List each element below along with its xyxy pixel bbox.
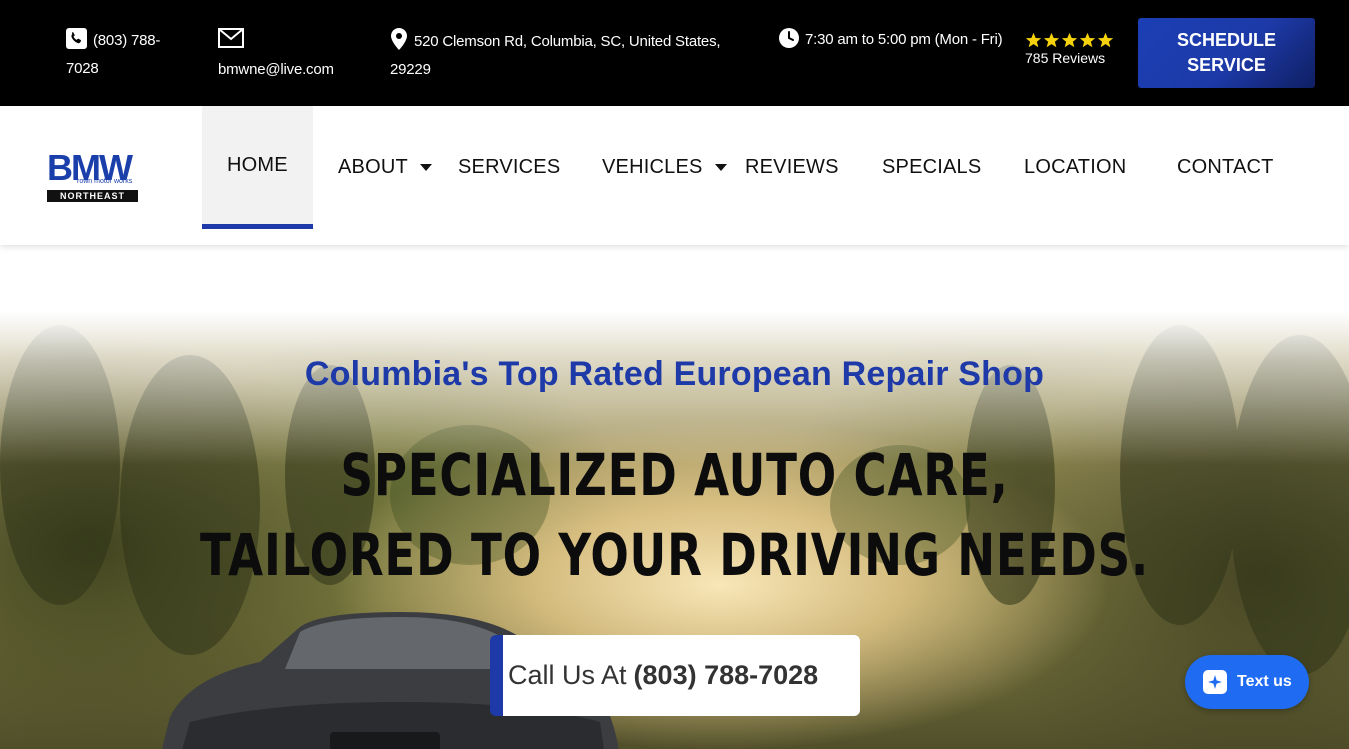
schedule-service-button[interactable]: SCHEDULE SERVICE — [1138, 18, 1315, 88]
mail-icon — [218, 28, 368, 56]
nav-item-services[interactable]: SERVICES — [458, 106, 560, 229]
nav-item-contact[interactable]: CONTACT — [1177, 106, 1274, 229]
topbar-phone[interactable]: (803) 788-7028 — [66, 28, 186, 81]
review-rating[interactable]: 785 Reviews — [1025, 32, 1135, 67]
call-us-number: (803) 788-7028 — [633, 660, 819, 690]
nav-item-specials[interactable]: SPECIALS — [882, 106, 981, 229]
nav-item-location[interactable]: LOCATION — [1024, 106, 1126, 229]
reviews-count: 785 Reviews — [1025, 50, 1106, 66]
nav-item-vehicles[interactable]: VEHICLES — [602, 106, 727, 229]
call-us-prefix: Call Us At — [508, 660, 627, 690]
nav-item-label: CONTACT — [1177, 156, 1274, 178]
topbar-email[interactable]: bmwne@live.com — [218, 28, 368, 82]
text-us-widget[interactable]: Text us — [1185, 655, 1309, 709]
star-icon — [1043, 32, 1060, 48]
hero-section: Columbia's Top Rated European Repair Sho… — [0, 245, 1349, 749]
phone-icon — [66, 28, 87, 57]
email-text: bmwne@live.com — [218, 61, 334, 78]
topbar-address[interactable]: 520 Clemson Rd, Columbia, SC, United Sta… — [390, 28, 760, 82]
chevron-down-icon — [714, 164, 727, 171]
logo-northeast-bar: NORTHEAST — [47, 190, 138, 202]
chat-sparkle-icon — [1203, 670, 1227, 694]
nav-item-label: SERVICES — [458, 156, 561, 178]
chevron-down-icon — [419, 164, 432, 171]
hero-title-line-1: Specialized Auto Care, — [340, 441, 1009, 509]
clock-icon — [779, 28, 799, 56]
nav-item-reviews[interactable]: REVIEWS — [745, 106, 839, 229]
top-contact-bar: (803) 788-7028 bmwne@live.com 520 Clemso… — [0, 0, 1349, 106]
hero-title: Specialized Auto Care, Tailored to Your … — [148, 435, 1200, 595]
text-us-label: Text us — [1237, 673, 1292, 690]
logo-tagline: rown motor works — [77, 178, 133, 185]
topbar-hours: 7:30 am to 5:00 pm (Mon - Fri) — [779, 28, 1009, 56]
site-logo[interactable]: BMW rown motor works NORTHEAST — [47, 150, 139, 204]
main-navigation: BMW rown motor works NORTHEAST HOME ABOU… — [0, 106, 1349, 245]
hero-subtitle: Columbia's Top Rated European Repair Sho… — [304, 355, 1045, 393]
star-icon — [1097, 32, 1114, 48]
hero-title-line-2: Tailored to Your Driving Needs. — [200, 521, 1149, 589]
call-us-button[interactable]: Call Us At (803) 788-7028 — [490, 635, 860, 716]
star-icon — [1061, 32, 1078, 48]
nav-item-about[interactable]: ABOUT — [338, 106, 432, 229]
nav-item-label: VEHICLES — [602, 156, 703, 178]
nav-item-label: REVIEWS — [745, 156, 839, 178]
nav-item-label: SPECIALS — [882, 156, 982, 178]
nav-item-label: LOCATION — [1024, 156, 1127, 178]
nav-item-label: ABOUT — [338, 156, 408, 178]
nav-item-home[interactable]: HOME — [202, 106, 313, 229]
map-pin-icon — [390, 28, 408, 58]
star-icon — [1079, 32, 1096, 48]
nav-item-label: HOME — [227, 153, 288, 176]
star-icon — [1025, 32, 1042, 48]
rating-stars — [1025, 32, 1135, 49]
address-text: 520 Clemson Rd, Columbia, SC, United Sta… — [390, 33, 721, 78]
hours-text: 7:30 am to 5:00 pm (Mon - Fri) — [805, 31, 1003, 48]
